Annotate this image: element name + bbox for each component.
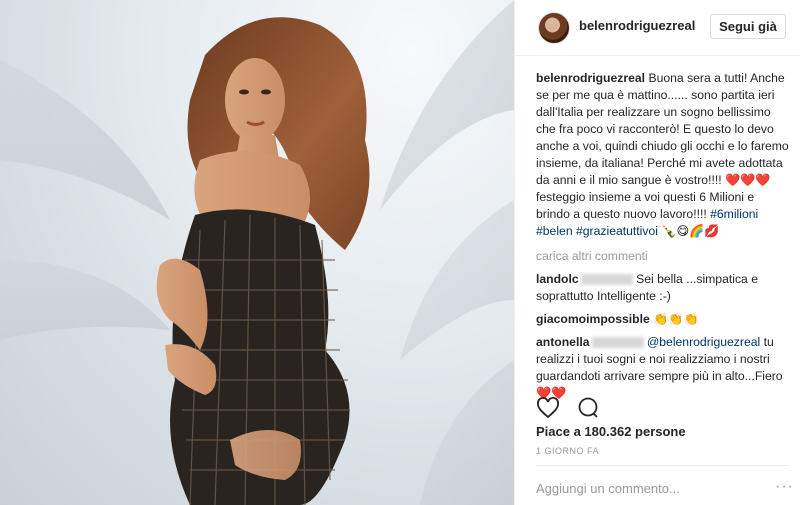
action-bar [536, 396, 600, 420]
post-photo[interactable] [0, 0, 514, 505]
post-timestamp: 1 GIORNO FA [536, 446, 600, 456]
hashtag-belen[interactable]: #belen [536, 224, 573, 238]
caption-text: Buona sera a tutti! Anche se per me qua … [536, 71, 789, 221]
avatar[interactable] [538, 12, 570, 44]
comment: antonella @belenrodriguezreal tu realizz… [536, 334, 791, 402]
comment: landolc Sei bella ...simpatica e sopratt… [536, 271, 791, 305]
comment-username[interactable]: antonella [536, 335, 590, 349]
divider [536, 465, 789, 466]
comment: giacomoimpossible 👏👏👏 [536, 311, 791, 328]
caption-username[interactable]: belenrodriguezreal [536, 71, 645, 85]
follow-button[interactable]: Segui già [710, 14, 786, 39]
comments-section: belenrodriguezreal Buona sera a tutti! A… [536, 70, 791, 402]
comment-icon[interactable] [576, 396, 600, 420]
more-options-icon[interactable]: ··· [775, 478, 794, 496]
instagram-post: belenrodriguezreal Segui già belenrodrig… [0, 0, 800, 505]
caption-emoji: 🍾😋🌈💋 [661, 224, 720, 238]
blurred-username [580, 274, 633, 286]
blurred-username [591, 337, 644, 349]
heart-icon[interactable] [536, 396, 560, 420]
comment-mention[interactable]: @belenrodriguezreal [647, 335, 760, 349]
hashtag-grazieatuttivoi[interactable]: #grazieatuttivoi [576, 224, 658, 238]
post-header: belenrodriguezreal Segui già [515, 0, 800, 56]
comment-username[interactable]: landolc [536, 272, 579, 286]
add-comment-input[interactable]: Aggiungi un commento... [536, 481, 680, 496]
load-more-comments[interactable]: carica altri commenti [536, 248, 791, 265]
post-username[interactable]: belenrodriguezreal [579, 18, 695, 33]
hashtag-6milioni[interactable]: #6milioni [710, 207, 758, 221]
post-side-panel: belenrodriguezreal Segui già belenrodrig… [514, 0, 800, 505]
post-photo-illustration [0, 0, 514, 505]
caption: belenrodriguezreal Buona sera a tutti! A… [536, 70, 791, 240]
likes-count[interactable]: Piace a 180.362 persone [536, 424, 686, 439]
comment-text: 👏👏👏 [653, 312, 699, 326]
comment-username[interactable]: giacomoimpossible [536, 312, 650, 326]
